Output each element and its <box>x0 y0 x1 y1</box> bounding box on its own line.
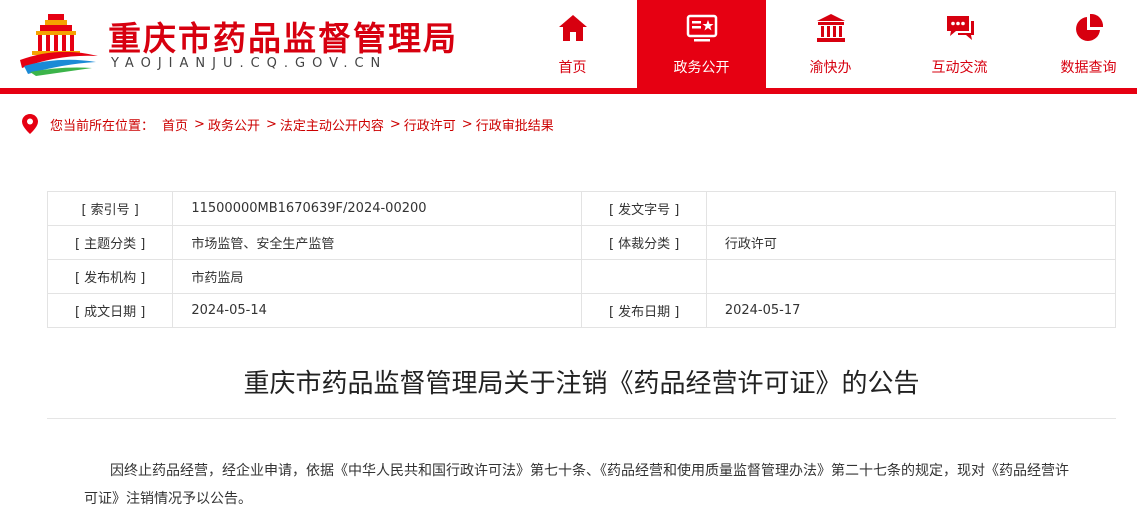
breadcrumb-separator: > <box>389 116 401 132</box>
breadcrumb-home[interactable]: 首页 <box>162 115 188 134</box>
site-domain: YAOJIANJU.CQ.GOV.CN <box>111 56 388 71</box>
meta-value-empty <box>705 259 1117 294</box>
nav-label: 互动交流 <box>931 60 988 76</box>
nav-label: 渝快办 <box>809 60 852 76</box>
meta-value-document-number <box>705 191 1117 226</box>
meta-value-written-date: 2024-05-14 <box>172 293 583 328</box>
nav-data-query[interactable]: 数据查询 <box>1024 0 1137 88</box>
meta-value-genre: 行政许可 <box>705 225 1117 260</box>
article-body: 因终止药品经营，经企业申请，依据《中华人民共和国行政许可法》第七十条、《药品经营… <box>84 457 1074 513</box>
location-pin-icon <box>22 114 38 134</box>
title-divider <box>47 418 1116 419</box>
nav-interaction[interactable]: 互动交流 <box>895 0 1024 88</box>
breadcrumb-approval-results[interactable]: 行政审批结果 <box>476 115 554 134</box>
meta-label-topic: [ 主题分类 ] <box>46 225 174 260</box>
table-row: [ 成文日期 ] 2024-05-14 [ 发布日期 ] 2024-05-17 <box>46 293 1117 328</box>
main-nav: 首页 政务公开 渝快办 互动交流 数据查询 <box>508 0 1137 88</box>
header-divider <box>0 88 1137 94</box>
meta-value-publisher: 市药监局 <box>172 259 583 294</box>
site-title[interactable]: 重庆市药品监督管理局 <box>108 12 458 60</box>
meta-value-index-number: 11500000MB1670639F/2024-00200 <box>172 191 583 226</box>
breadcrumb-administrative-license[interactable]: 行政许可 <box>404 115 456 134</box>
document-meta-table: [ 索引号 ] 11500000MB1670639F/2024-00200 [ … <box>46 191 1117 328</box>
site-header: 重庆市药品监督管理局 YAOJIANJU.CQ.GOV.CN 首页 政务公开 渝… <box>0 0 1137 88</box>
home-icon <box>558 15 587 41</box>
pie-chart-icon <box>1075 13 1103 41</box>
table-row: [ 索引号 ] 11500000MB1670639F/2024-00200 [ … <box>46 191 1117 226</box>
government-info-icon <box>686 14 717 42</box>
table-row: [ 主题分类 ] 市场监管、安全生产监管 [ 体裁分类 ] 行政许可 <box>46 225 1117 260</box>
nav-label: 政务公开 <box>673 60 730 76</box>
table-row: [ 发布机构 ] 市药监局 <box>46 259 1117 294</box>
service-hall-icon <box>816 14 845 42</box>
breadcrumb-separator: > <box>265 116 277 132</box>
nav-label: 首页 <box>558 60 587 76</box>
breadcrumb: 您当前所在位置： 首页 > 政务公开 > 法定主动公开内容 > 行政许可 > 行… <box>22 114 554 134</box>
meta-label-written-date: [ 成文日期 ] <box>46 293 174 328</box>
article-paragraph: 因终止药品经营，经企业申请，依据《中华人民共和国行政许可法》第七十条、《药品经营… <box>84 463 1069 507</box>
breadcrumb-prefix: 您当前所在位置： <box>50 118 155 134</box>
meta-label-empty <box>581 259 707 294</box>
nav-service-hall[interactable]: 渝快办 <box>766 0 895 88</box>
meta-value-publish-date: 2024-05-17 <box>705 293 1117 328</box>
breadcrumb-government-info[interactable]: 政务公开 <box>208 115 260 134</box>
meta-label-publisher: [ 发布机构 ] <box>46 259 174 294</box>
nav-government-info[interactable]: 政务公开 <box>637 0 766 88</box>
breadcrumb-separator: > <box>461 116 473 132</box>
meta-value-topic: 市场监管、安全生产监管 <box>172 225 583 260</box>
meta-label-document-number: [ 发文字号 ] <box>581 191 707 226</box>
meta-label-publish-date: [ 发布日期 ] <box>581 293 707 328</box>
meta-label-index-number: [ 索引号 ] <box>46 191 174 226</box>
chat-icon <box>946 16 974 40</box>
breadcrumb-statutory-disclosure[interactable]: 法定主动公开内容 <box>280 115 384 134</box>
site-logo-icon[interactable] <box>18 10 100 76</box>
meta-label-genre: [ 体裁分类 ] <box>581 225 707 260</box>
article-title: 重庆市药品监督管理局关于注销《药品经营许可证》的公告 <box>243 369 920 399</box>
breadcrumb-separator: > <box>194 116 205 132</box>
nav-home[interactable]: 首页 <box>508 0 637 88</box>
nav-label: 数据查询 <box>1060 60 1117 76</box>
